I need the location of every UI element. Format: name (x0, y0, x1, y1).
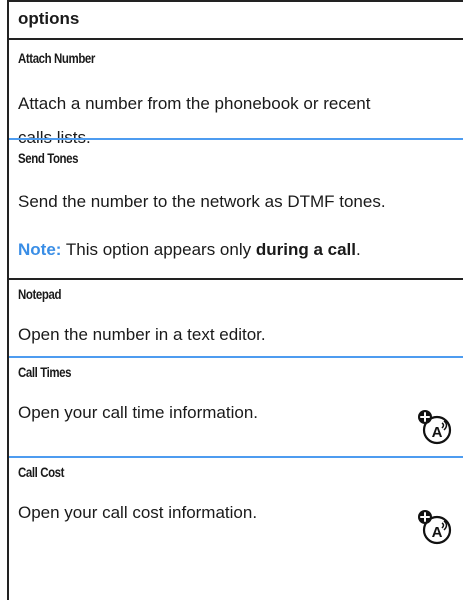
option-row-attach-number: Attach Number Attach a number from the p… (9, 40, 463, 147)
table-header: options (9, 0, 463, 40)
option-name: Notepad (18, 286, 62, 302)
option-description: Open your call cost information. (18, 503, 258, 522)
svg-text:A: A (432, 424, 443, 441)
options-table: options Attach Number Attach a number fr… (7, 0, 463, 600)
option-name: Send Tones (18, 150, 79, 166)
option-note: Note: This option appears only during a … (18, 240, 361, 260)
option-description: Open the number in a text editor. (18, 325, 266, 344)
option-description: Open your call time information. (18, 403, 258, 422)
option-name: Call Cost (18, 464, 65, 480)
option-description: Send the number to the network as DTMF t… (18, 192, 386, 211)
option-row-call-cost: Call Cost Open your call cost informatio… (9, 458, 463, 598)
option-name: Call Times (18, 364, 72, 380)
description-line: Attach a number from the phonebook or re… (18, 94, 371, 113)
option-row-call-times: Call Times Open your call time informati… (9, 358, 463, 458)
note-bold-text: during a call (255, 240, 356, 259)
header-title: options (18, 9, 80, 28)
option-row-send-tones: Send Tones Send the number to the networ… (9, 140, 463, 280)
note-text: This option appears only (65, 240, 252, 259)
network-dependent-feature-icon: A (418, 410, 452, 445)
note-end: . (355, 240, 361, 259)
network-dependent-feature-icon: A (418, 510, 452, 545)
note-label: Note: (18, 240, 62, 259)
option-name: Attach Number (18, 50, 95, 66)
option-row-notepad: Notepad Open the number in a text editor… (9, 280, 463, 358)
svg-text:A: A (432, 524, 443, 541)
